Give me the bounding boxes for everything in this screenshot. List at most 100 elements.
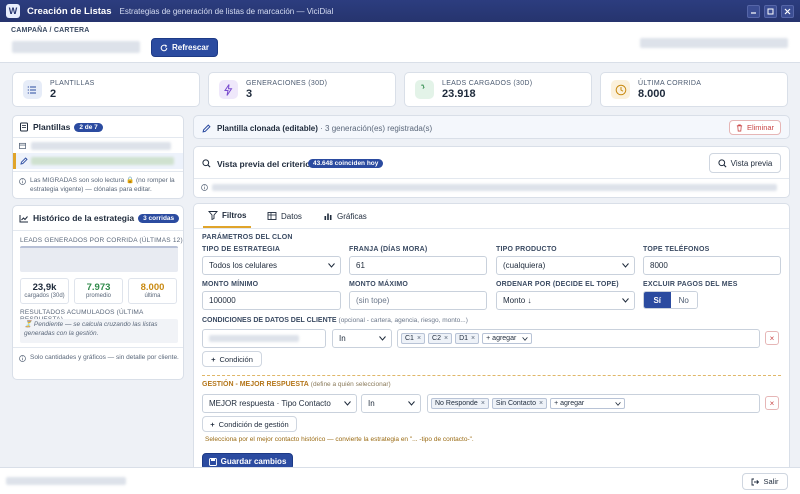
ordenar-label: ORDENAR POR (DECIDE EL TOPE) [496,281,619,288]
tab-filtros[interactable]: Filtros [203,204,252,228]
refresh-label: Refrescar [172,43,209,52]
gestion-values[interactable]: No Responde × Sin Contacto × + agregar [427,394,760,413]
value-chip[interactable]: C1 × [401,333,426,344]
ordenar-select[interactable]: Monto ↓ [496,291,635,310]
condition-operator-select[interactable]: In [332,329,392,348]
chevron-down-icon [344,400,351,406]
kpi-value: 3 [246,87,253,100]
footer-bar: Salir [0,467,800,494]
history-badge: 3 corridas [138,213,180,223]
bar-chart-icon [324,213,332,220]
minimize-button[interactable] [747,4,760,18]
chevron-down-icon [328,262,335,268]
template-row-2-selected[interactable] [13,153,183,169]
clock-icon [615,84,626,95]
template-row-1[interactable] [13,137,183,153]
delete-label: Eliminar [746,123,775,132]
history-stat-label: última [144,293,161,299]
template-icon [20,122,28,132]
conditions-heading: CONDICIONES DE DATOS DEL CLIENTE [202,317,337,324]
gestion-operator-select[interactable]: In [361,394,421,413]
history-stat-value: 8.000 [140,282,165,293]
templates-panel: Plantillas 2 de 7 Las MIGRADAS son solo … [12,115,184,199]
tipo-estrategia-label: TIPO DE ESTRATEGIA [202,246,281,253]
refresh-button[interactable]: Refrescar [151,38,218,57]
pending-text: ⏳ Pendiente — se calcula cruzando las li… [24,321,158,337]
table-icon [267,212,277,220]
history-chart-label: LEADS GENERADOS POR CORRIDA (ÚLTIMAS 12) [20,237,183,244]
chevron-down-icon [379,335,386,341]
search-icon [718,158,727,167]
value-chip[interactable]: No Responde × [431,398,489,409]
kpi-value: 23.918 [442,87,476,100]
tope-input[interactable]: 8000 [643,256,781,275]
value-chip[interactable]: Sin Contacto × [491,398,548,409]
history-panel: Histórico de la estrategia 3 corridas LE… [12,205,184,380]
franja-input[interactable]: 61 [349,256,487,275]
remove-chip-icon[interactable]: × [481,400,485,407]
maximize-button[interactable] [764,4,777,18]
add-value-select[interactable]: + agregar [482,333,533,344]
tipo-estrategia-select[interactable]: Todos los celulares [202,256,341,275]
remove-condition-button[interactable]: × [765,331,779,345]
clone-bar: Plantilla clonada (editable) · 3 generac… [193,115,790,139]
header-bar: CAMPAÑA / CARTERA Refrescar [0,22,800,63]
monto-max-label: MONTO MÁXIMO [349,281,409,288]
tope-label: TOPE TELÉFONOS [643,246,710,253]
condition-field-select[interactable] [202,329,326,348]
excluir-yes[interactable]: Sí [644,292,671,308]
app-logo: W [6,4,20,18]
remove-chip-icon[interactable]: × [444,335,448,342]
bolt-icon [223,83,232,96]
filter-icon [208,211,218,220]
title-bar: W Creación de Listas Estrategias de gene… [0,0,800,22]
condition-values[interactable]: C1 × C2 × D1 × + agregar [397,329,760,348]
history-stat-label: cargados (30d) [24,293,65,299]
preview-button[interactable]: Vista previa [709,153,781,173]
refresh-icon [160,44,168,51]
templates-title: Plantillas [33,122,71,132]
phone-icon [420,84,425,89]
campaign-label: CAMPAÑA / CARTERA [11,27,90,34]
templates-count-badge: 2 de 7 [74,122,103,132]
excluir-label: EXCLUIR PAGOS DEL MES [643,281,738,288]
monto-min-input[interactable]: 100000 [202,291,341,310]
plus-icon: + [210,419,215,429]
close-icon [784,8,791,14]
add-gestion-condition-button[interactable]: + Condición de gestión [202,416,297,432]
remove-chip-icon[interactable]: × [417,335,421,342]
clone-subtitle: · 3 generación(es) registrada(s) [317,124,433,133]
add-condition-button[interactable]: + Condición [202,351,262,367]
history-stat-value: 7.973 [86,282,111,293]
value-chip[interactable]: D1 × [455,333,480,344]
info-icon [201,184,208,191]
kpi-label: GENERACIONES (30D) [246,79,328,87]
remove-chip-icon[interactable]: × [471,335,475,342]
exit-button[interactable]: Salir [742,473,788,490]
campaign-select[interactable] [12,41,140,53]
excluir-toggle[interactable]: Sí No [643,291,698,309]
close-window-button[interactable] [781,4,794,18]
chevron-down-icon [622,297,629,303]
tab-gráficas[interactable]: Gráficas [318,204,372,228]
window-subtitle: Estrategias de generación de listas de m… [119,6,334,16]
delete-button[interactable]: Eliminar [729,120,781,135]
tipo-producto-select[interactable]: (cualquiera) [496,256,635,275]
history-stat: 8.000 última [128,278,177,304]
gestion-field-select[interactable]: MEJOR respuesta · Tipo Contacto [202,394,357,413]
gestion-hint: Selecciona por el mejor contacto históri… [205,436,474,443]
plus-icon: + [211,354,216,364]
list-icon [27,85,36,94]
preview-button-label: Vista previa [730,158,773,168]
gestion-heading: GESTIÓN - MEJOR RESPUESTA [202,381,309,388]
monto-max-input[interactable]: (sin tope) [349,291,487,310]
remove-gestion-button[interactable]: × [765,396,779,410]
add-value-select[interactable]: + agregar [550,398,626,409]
kpi-value: 8.000 [638,87,666,100]
exit-icon [752,478,760,485]
tab-datos[interactable]: Datos [262,204,307,228]
kpi-card: GENERACIONES (30D) 3 [208,72,396,107]
value-chip[interactable]: C2 × [428,333,453,344]
remove-chip-icon[interactable]: × [539,400,543,407]
excluir-no[interactable]: No [670,292,697,308]
